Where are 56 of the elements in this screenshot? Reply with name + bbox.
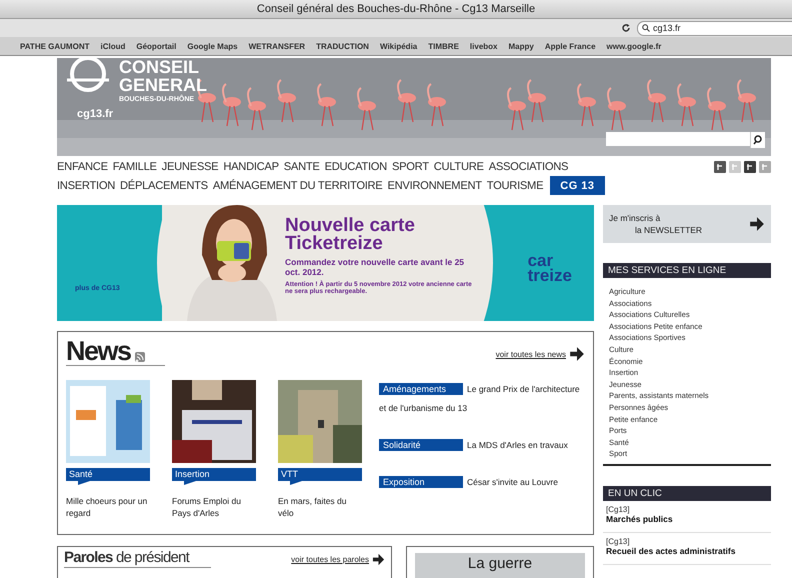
window-title: Conseil général des Bouches-du-Rhône - Cg13 Marseille — [256, 3, 536, 15]
nav-link[interactable]: EDUCATION — [324, 161, 387, 173]
nav-button[interactable]: CG 13 — [550, 176, 605, 195]
bookmark-link[interactable]: iCloud — [100, 42, 126, 50]
logo-text: car — [528, 253, 554, 268]
category-label[interactable]: Insertion — [172, 468, 256, 481]
paroles-title: Paroles de président — [64, 549, 211, 568]
nav-link[interactable]: JEUNESSE — [162, 161, 218, 173]
nav-link[interactable]: ENVIRONNEMENT — [387, 180, 482, 192]
nav-link[interactable]: ENFANCE — [57, 161, 108, 173]
bookmark-link[interactable]: Google Maps — [187, 42, 238, 50]
nav-link[interactable]: ASSOCIATIONS — [488, 161, 568, 173]
news-caption[interactable]: Forums Emploi du Pays d'Arles — [172, 495, 256, 519]
nav-link[interactable]: SANTE — [284, 161, 320, 173]
bookmark-link[interactable]: www.google.fr — [606, 42, 662, 50]
newsletter-button[interactable]: Je m'inscris à la NEWSLETTER — [603, 205, 771, 243]
banner-subline: Commandez votre nouvelle carte avant le 25 oct. 2012. — [285, 257, 466, 277]
news-title: News — [66, 337, 131, 365]
nav-link[interactable]: HANDICAP — [223, 161, 279, 173]
feature-title: La guerre — [468, 556, 532, 574]
entry-source: [Cg13] — [606, 504, 631, 514]
news-item[interactable]: Solidarité La MDS d'Arles en travaux — [379, 436, 585, 455]
logo-text: treize — [528, 268, 572, 283]
section-header: MES SERVICES EN LIGNE — [603, 263, 771, 278]
news-item[interactable]: Aménagements Le grand Prix de l'architecture et de l'urbanisme du 13 — [379, 380, 585, 418]
bookmark-link[interactable]: WETRANSFER — [248, 42, 306, 50]
bookmark-link[interactable]: Apple France — [544, 42, 596, 50]
category-label[interactable]: Santé — [66, 468, 150, 481]
nav-link[interactable]: CULTURE — [434, 161, 484, 173]
nav-link[interactable]: FAMILLE — [112, 161, 157, 173]
nav-link[interactable]: AMÉNAGEMENT DU TERRITOIRE — [212, 180, 382, 192]
nav-link[interactable]: INSERTION — [57, 180, 116, 192]
bookmark-link[interactable]: livebox — [470, 42, 498, 50]
news-caption[interactable]: En mars, faites du vélo — [278, 495, 362, 519]
entry-link[interactable]: Marchés publics — [606, 514, 771, 524]
banner-headline: Nouvelle carte Ticketreize — [285, 217, 416, 253]
search-field[interactable]: cg13.fr — [637, 20, 792, 36]
category-label[interactable]: VTT — [278, 468, 362, 481]
bookmark-link[interactable]: TIMBRE — [428, 42, 459, 50]
nav-link[interactable]: TOURISME — [486, 180, 544, 192]
nav-link[interactable]: SPORT — [392, 161, 429, 173]
bookmark-link[interactable]: PATHE GAUMONT — [20, 42, 90, 50]
see-all-link[interactable]: voir toutes les paroles — [291, 555, 369, 564]
news-caption[interactable]: Mille choeurs pour un regard — [66, 495, 150, 519]
bookmark-link[interactable]: Wikipédia — [380, 42, 418, 50]
nav-link[interactable]: DÉPLACEMENTS — [120, 180, 208, 192]
news-item[interactable]: Exposition César s'invite au Louvre — [379, 473, 585, 492]
bookmark-link[interactable]: Mappy — [508, 42, 534, 50]
entry-link[interactable]: Recueil des actes administratifs — [606, 546, 771, 556]
bookmark-link[interactable]: Géoportail — [136, 42, 176, 50]
logo-site: cg13.fr — [77, 108, 114, 120]
section-header: EN UN CLIC — [603, 486, 771, 501]
see-all-link[interactable]: voir toutes les news — [496, 350, 566, 358]
bookmark-link[interactable]: TRADUCTION — [316, 42, 369, 50]
entry-source: [Cg13] — [606, 536, 631, 546]
feature-card[interactable]: La guerre — [415, 553, 585, 578]
